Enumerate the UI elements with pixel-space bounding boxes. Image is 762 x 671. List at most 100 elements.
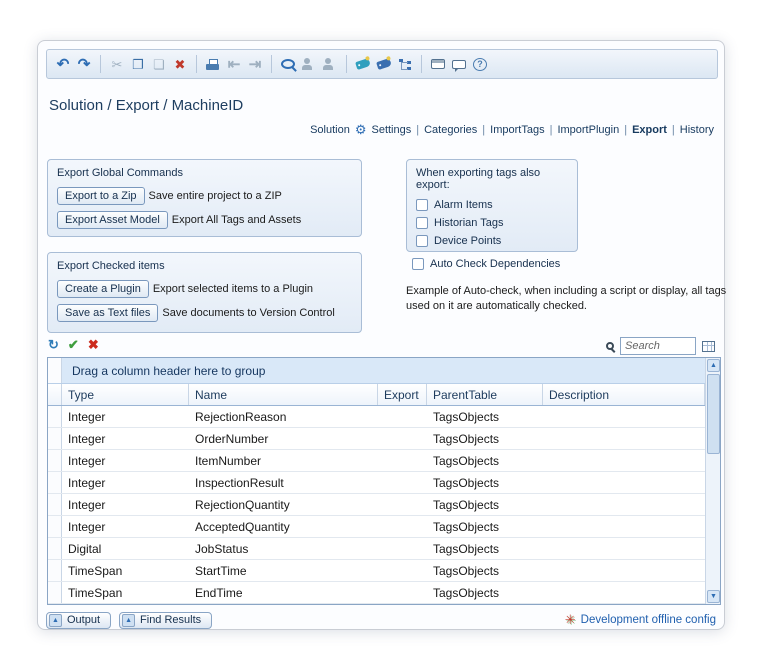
- nav-tab-history[interactable]: History: [680, 124, 714, 136]
- nav-tab-settings[interactable]: Settings: [371, 124, 411, 136]
- row-gutter[interactable]: [48, 582, 62, 603]
- row-gutter[interactable]: [48, 428, 62, 449]
- scrollbar-thumb[interactable]: [707, 374, 720, 454]
- refresh-icon[interactable]: ↻: [48, 338, 59, 351]
- config-star-icon: ✳: [565, 612, 576, 628]
- tags-grid: Drag a column header here to group TypeN…: [47, 357, 721, 605]
- search-input[interactable]: [620, 337, 696, 355]
- cell-name: InspectionResult: [189, 472, 378, 493]
- grid-body: IntegerRejectionReasonTagsObjectsInteger…: [48, 406, 705, 604]
- nav-solution-label[interactable]: Solution: [310, 124, 350, 136]
- checkbox-label: Alarm Items: [434, 199, 493, 211]
- table-row[interactable]: TimeSpanEndTimeTagsObjects: [48, 582, 705, 604]
- column-chooser-icon[interactable]: [702, 341, 715, 352]
- grid-vertical-scrollbar[interactable]: ▲ ▼: [705, 358, 720, 604]
- historian-tags-checkbox[interactable]: [416, 217, 428, 229]
- row-gutter[interactable]: [48, 450, 62, 471]
- table-row[interactable]: IntegerAcceptedQuantityTagsObjects: [48, 516, 705, 538]
- comment-icon[interactable]: [452, 60, 466, 69]
- row-gutter[interactable]: [48, 516, 62, 537]
- cell-export: [378, 538, 427, 559]
- alarm-items-checkbox[interactable]: [416, 199, 428, 211]
- cell-name: StartTime: [189, 560, 378, 581]
- table-row[interactable]: IntegerRejectionReasonTagsObjects: [48, 406, 705, 428]
- export-asset-model-button[interactable]: Export Asset Model: [57, 211, 168, 229]
- export-to-a-zip-button[interactable]: Export to a Zip: [57, 187, 145, 205]
- status-bar: ▲Output ▲Find Results ✳ Development offli…: [46, 610, 716, 630]
- copy-icon[interactable]: ❐: [131, 56, 145, 72]
- row-gutter[interactable]: [48, 560, 62, 581]
- cell-parenttable: TagsObjects: [427, 560, 543, 581]
- cell-type: Integer: [62, 406, 189, 427]
- column-header-export[interactable]: Export: [378, 384, 427, 405]
- print-icon[interactable]: [206, 59, 220, 70]
- tag-icon[interactable]: [355, 58, 371, 70]
- row-gutter[interactable]: [48, 472, 62, 493]
- device-points-checkbox[interactable]: [416, 235, 428, 247]
- row-gutter[interactable]: [48, 406, 62, 427]
- scroll-up-icon[interactable]: ▲: [707, 359, 720, 372]
- cell-parenttable: TagsObjects: [427, 516, 543, 537]
- cut-icon[interactable]: ✂: [110, 56, 124, 72]
- auto-check-row: Auto Check Dependencies: [412, 258, 560, 270]
- export-file-icon[interactable]: ⇥: [248, 56, 262, 72]
- help-icon[interactable]: ?: [473, 58, 487, 71]
- gear-icon[interactable]: ⚙: [355, 122, 367, 138]
- user-icon[interactable]: [323, 58, 337, 70]
- cell-description: [543, 472, 705, 493]
- table-row[interactable]: IntegerItemNumberTagsObjects: [48, 450, 705, 472]
- toolbar-separator: [421, 55, 422, 73]
- create-a-plugin-button[interactable]: Create a Plugin: [57, 280, 149, 298]
- check-all-icon[interactable]: ✔: [68, 338, 79, 351]
- redo-icon[interactable]: ↷: [77, 56, 91, 72]
- auto-check-dependencies-checkbox[interactable]: [412, 258, 424, 270]
- paste-icon[interactable]: ❏: [152, 56, 166, 72]
- group-by-bar[interactable]: Drag a column header here to group: [48, 358, 705, 384]
- output-panel-button[interactable]: ▲Output: [46, 612, 111, 629]
- undo-icon[interactable]: ↶: [56, 56, 70, 72]
- save-as-text-files-button[interactable]: Save as Text files: [57, 304, 158, 322]
- nav-separator: |: [672, 124, 675, 136]
- grid-search-area: [606, 337, 715, 355]
- table-row[interactable]: IntegerOrderNumberTagsObjects: [48, 428, 705, 450]
- nav-separator: |: [482, 124, 485, 136]
- find-user-icon[interactable]: [302, 58, 316, 70]
- find-results-panel-button[interactable]: ▲Find Results: [119, 612, 212, 629]
- nav-tab-export[interactable]: Export: [632, 124, 667, 136]
- checkbox-row: Historian Tags: [416, 217, 568, 229]
- column-header-type[interactable]: Type: [62, 384, 189, 405]
- import-file-icon[interactable]: ⇤: [227, 56, 241, 72]
- nav-separator: |: [416, 124, 419, 136]
- column-header-parenttable[interactable]: ParentTable: [427, 384, 543, 405]
- checkbox-label: Historian Tags: [434, 217, 504, 229]
- cell-description: [543, 538, 705, 559]
- row-gutter: [48, 358, 62, 383]
- nav-tab-importplugin[interactable]: ImportPlugin: [557, 124, 619, 136]
- command-description: Export All Tags and Assets: [172, 214, 301, 226]
- cell-export: [378, 582, 427, 603]
- open-window-icon[interactable]: [431, 59, 445, 69]
- table-row[interactable]: DigitalJobStatusTagsObjects: [48, 538, 705, 560]
- nav-tab-categories[interactable]: Categories: [424, 124, 477, 136]
- delete-icon[interactable]: ✖: [173, 56, 187, 72]
- development-config-status[interactable]: ✳ Development offline config: [565, 612, 716, 628]
- command-row: Save as Text files Save documents to Vers…: [57, 304, 352, 322]
- cell-type: Integer: [62, 516, 189, 537]
- uncheck-all-icon[interactable]: ✖: [88, 338, 99, 351]
- tree-icon[interactable]: [398, 58, 412, 70]
- checkbox-label: Auto Check Dependencies: [430, 258, 560, 270]
- tag-alt-icon[interactable]: [376, 58, 392, 70]
- command-description: Save documents to Version Control: [162, 307, 334, 319]
- column-header-name[interactable]: Name: [189, 384, 378, 405]
- row-gutter[interactable]: [48, 494, 62, 515]
- table-row[interactable]: TimeSpanStartTimeTagsObjects: [48, 560, 705, 582]
- column-header-description[interactable]: Description: [543, 384, 705, 405]
- table-row[interactable]: IntegerInspectionResultTagsObjects: [48, 472, 705, 494]
- scroll-down-icon[interactable]: ▼: [707, 590, 720, 603]
- row-gutter[interactable]: [48, 538, 62, 559]
- cell-description: [543, 428, 705, 449]
- nav-tab-importtags[interactable]: ImportTags: [490, 124, 544, 136]
- search-icon[interactable]: [281, 59, 295, 69]
- table-row[interactable]: IntegerRejectionQuantityTagsObjects: [48, 494, 705, 516]
- config-label: Development offline config: [581, 614, 716, 626]
